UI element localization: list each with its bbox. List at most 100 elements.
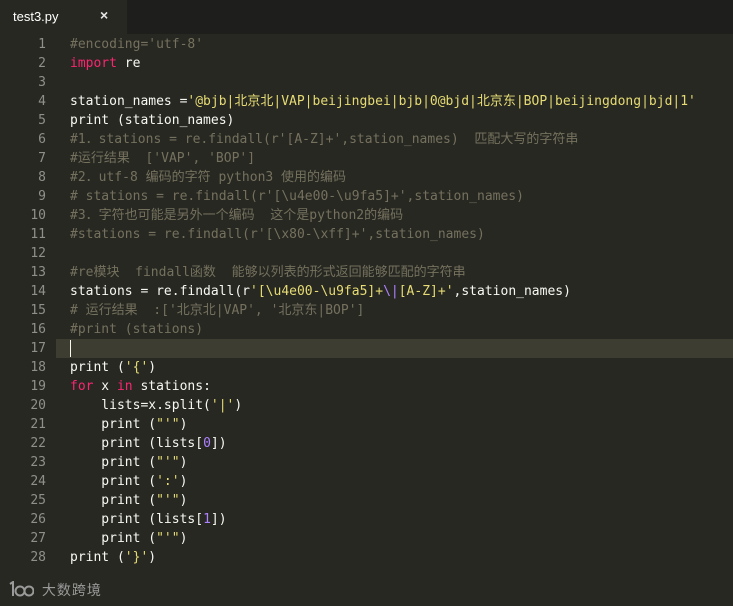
code-line[interactable]: print ("'") (70, 529, 187, 548)
code-token: #2．utf-8 编码的字符 python3 使用的编码 (70, 170, 347, 185)
code-token: ) (234, 398, 243, 413)
code-token: '[\u4e00-\u9fa5]+ (250, 284, 384, 299)
line-number: 13 (30, 265, 46, 280)
line-number: 28 (30, 550, 46, 565)
code-line[interactable]: print ('{') (70, 358, 156, 377)
code-line[interactable]: station_names ='@bjb|北京北|VAP|beijingbei|… (70, 92, 696, 111)
line-number: 20 (30, 398, 46, 413)
line-number: 24 (30, 474, 46, 489)
line-number: 7 (38, 151, 46, 166)
code-token: ) (179, 455, 188, 470)
code-token: ]) (210, 436, 227, 451)
line-number: 1 (38, 37, 46, 52)
code-token: lists=x.split( (70, 398, 211, 413)
line-number: 26 (30, 512, 46, 527)
code-line[interactable]: #运行结果 ['VAP', 'BOP'] (70, 149, 255, 168)
code-token: # 运行结果 :['北京北|VAP', '北京东|BOP'] (70, 303, 365, 318)
tab-title: test3.py (13, 9, 59, 24)
code-token: ) (148, 550, 157, 565)
code-token: ) (148, 360, 157, 375)
code-line[interactable]: stations = re.findall(r'[\u4e00-\u9fa5]+… (70, 282, 571, 301)
code-token: ) (179, 417, 188, 432)
code-token: print (lists[ (70, 436, 204, 451)
code-token: "'" (156, 531, 180, 546)
code-token: \| (383, 284, 399, 299)
code-token: print ( (70, 360, 125, 375)
line-number: 16 (30, 322, 46, 337)
code-token: #1．stations = re.findall(r'[A-Z]+',stati… (70, 132, 579, 147)
code-line[interactable]: import re (70, 54, 140, 73)
line-number: 12 (30, 246, 46, 261)
code-line[interactable]: print ("'") (70, 453, 187, 472)
code-token: print ( (70, 531, 157, 546)
code-line[interactable] (56, 339, 733, 358)
code-token: '}' (124, 550, 149, 565)
tab-test3-py[interactable]: test3.py × (0, 0, 127, 34)
code-token: in (116, 379, 133, 394)
code-line[interactable]: # stations = re.findall(r'[\u4e00-\u9fa5… (70, 187, 524, 206)
code-line[interactable]: print ('}') (70, 548, 156, 567)
code-line[interactable]: print (':') (70, 472, 187, 491)
text-cursor (70, 340, 71, 357)
code-line[interactable]: #print (stations) (70, 320, 203, 339)
code-editor[interactable]: 1 2 3 4 5 6 7 8 9 10 11 12 13 14 15 16 17 18 19 20 21 22 23 24 2… (0, 34, 733, 574)
code-token: #re模块 findall函数 能够以列表的形式返回能够匹配的字符串 (70, 265, 466, 280)
code-token: #3．字符也可能是另外一个编码 这个是python2的编码 (70, 208, 404, 223)
watermark-text: 大数跨境 (41, 582, 102, 598)
code-token: ) (179, 493, 188, 508)
line-number: 6 (38, 132, 46, 147)
code-token: for (70, 379, 94, 394)
code-token: print ( (70, 550, 125, 565)
code-token: ) (179, 474, 188, 489)
code-line[interactable]: print ("'") (70, 491, 187, 510)
code-token: "'" (156, 493, 180, 508)
code-token: print ( (70, 417, 157, 432)
code-line[interactable]: #encoding='utf-8' (70, 35, 203, 54)
code-token: 0 (203, 436, 211, 451)
code-line[interactable]: #2．utf-8 编码的字符 python3 使用的编码 (70, 168, 346, 187)
line-number: 2 (38, 56, 46, 71)
line-number: 18 (30, 360, 46, 375)
close-icon[interactable]: × (100, 7, 108, 23)
code-token: print ( (70, 474, 157, 489)
code-token: ]) (210, 512, 227, 527)
brand-logo-icon (9, 581, 34, 597)
code-token: #print (stations) (70, 322, 204, 337)
code-token: # stations = re.findall(r'[\u4e00-\u9fa5… (70, 189, 524, 204)
code-line[interactable]: #stations = re.findall(r'[\x80-\xff]+',s… (70, 225, 485, 244)
code-token: 1 (203, 512, 211, 527)
code-line[interactable]: #1．stations = re.findall(r'[A-Z]+',stati… (70, 130, 578, 149)
code-token: stations: (132, 379, 211, 394)
line-number: 4 (38, 94, 46, 109)
code-token: '{' (124, 360, 149, 375)
code-token: "'" (156, 417, 180, 432)
code-line[interactable]: # 运行结果 :['北京北|VAP', '北京东|BOP'] (70, 301, 364, 320)
code-token: station_names = (70, 94, 188, 109)
line-number: 8 (38, 170, 46, 185)
code-token: '|' (210, 398, 235, 413)
code-line[interactable]: lists=x.split('|') (70, 396, 242, 415)
code-token: #encoding='utf-8' (70, 37, 204, 52)
line-number: 9 (38, 189, 46, 204)
code-token: print ( (70, 493, 157, 508)
code-token: ,station_names) (453, 284, 571, 299)
line-number: 3 (38, 75, 46, 90)
code-token: ) (179, 531, 188, 546)
line-number: 21 (30, 417, 46, 432)
code-token: "'" (156, 455, 180, 470)
line-number: 25 (30, 493, 46, 508)
code-line[interactable]: #re模块 findall函数 能够以列表的形式返回能够匹配的字符串 (70, 263, 466, 282)
line-number: 14 (30, 284, 46, 299)
code-token: print (lists[ (70, 512, 204, 527)
code-line[interactable]: print ("'") (70, 415, 187, 434)
code-line[interactable]: #3．字符也可能是另外一个编码 这个是python2的编码 (70, 206, 403, 225)
code-token: x (93, 379, 117, 394)
code-token: print (station_names) (70, 113, 235, 128)
code-token: import (70, 56, 117, 71)
code-line[interactable]: print (lists[0]) (70, 434, 227, 453)
line-number: 17 (30, 341, 46, 356)
code-line[interactable]: for x in stations: (70, 377, 211, 396)
code-line[interactable]: print (lists[1]) (70, 510, 227, 529)
code-line[interactable]: print (station_names) (70, 111, 234, 130)
line-number: 23 (30, 455, 46, 470)
